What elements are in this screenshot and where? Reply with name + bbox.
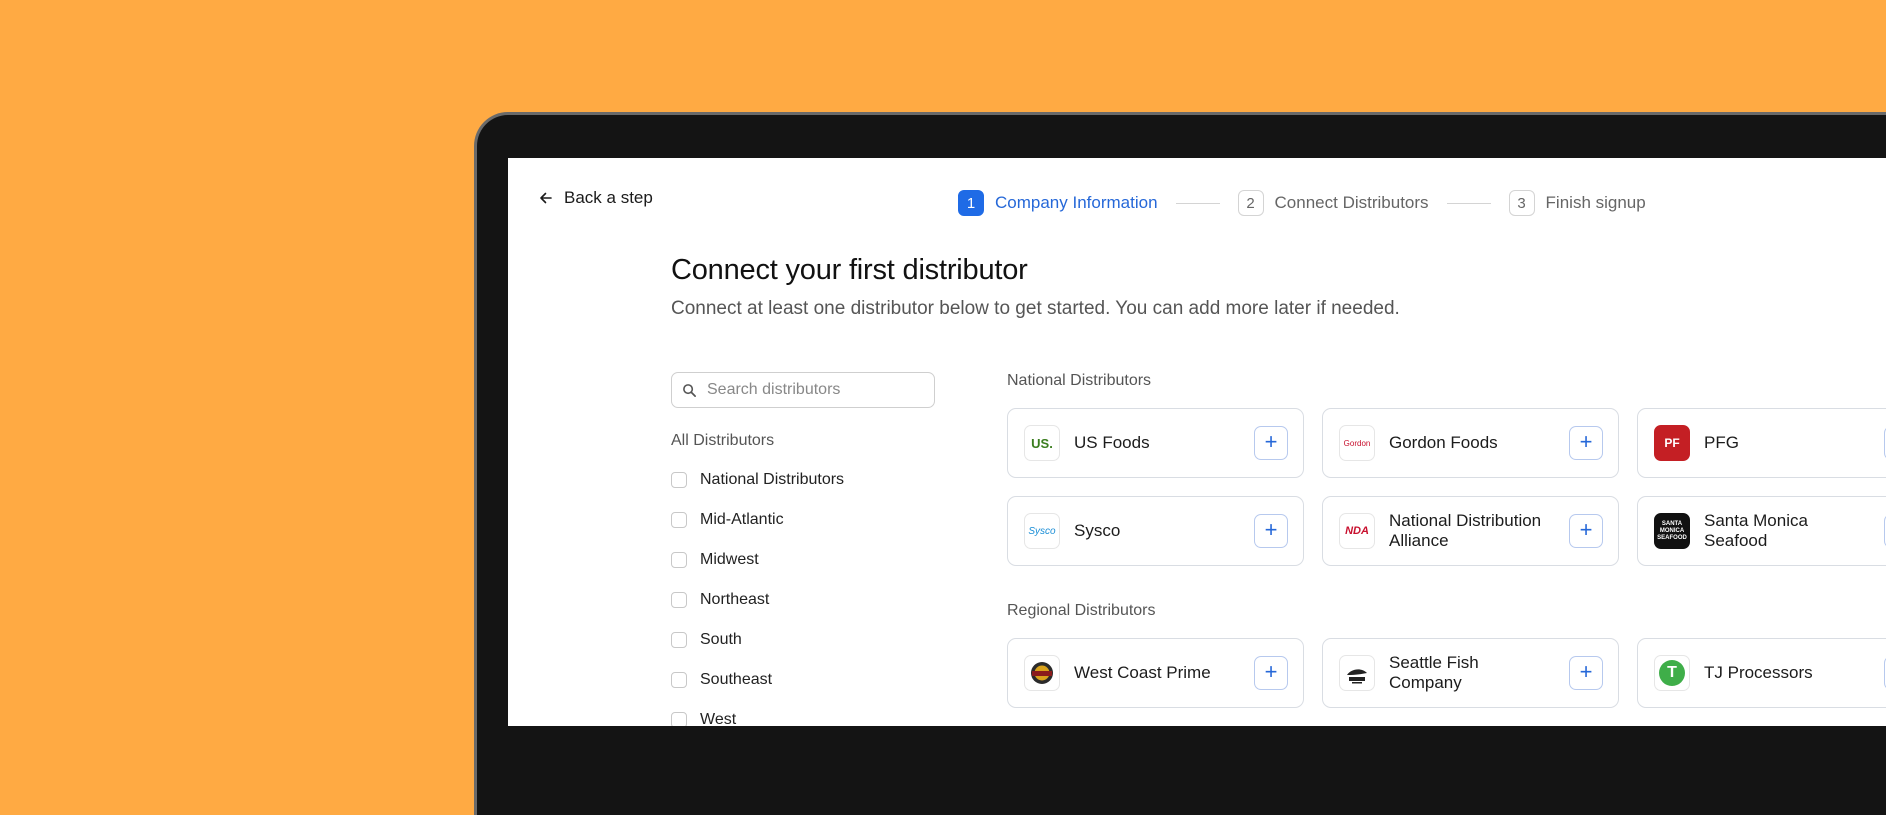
- filter-west[interactable]: West: [671, 700, 844, 726]
- distributor-card: US. US Foods +: [1007, 408, 1304, 478]
- distributor-card: Sysco Sysco +: [1007, 496, 1304, 566]
- filter-list: National Distributors Mid-Atlantic Midwe…: [671, 460, 844, 726]
- filter-southeast[interactable]: Southeast: [671, 660, 844, 700]
- distributor-name: Sysco: [1074, 521, 1121, 540]
- filter-heading: All Distributors: [671, 432, 775, 449]
- distributor-name: West Coast Prime: [1074, 663, 1211, 682]
- search-input[interactable]: [705, 380, 909, 400]
- step-number: 1: [958, 190, 984, 216]
- step-finish-signup[interactable]: 3 Finish signup: [1508, 190, 1646, 216]
- distributor-card: PF PFG +: [1637, 408, 1886, 478]
- add-distributor-button[interactable]: +: [1254, 426, 1288, 460]
- filter-northeast[interactable]: Northeast: [671, 580, 844, 620]
- app-screen: Back a step 1 Company Information 2 Conn…: [508, 158, 1886, 726]
- plus-icon: +: [1264, 659, 1278, 684]
- step-connect-distributors[interactable]: 2 Connect Distributors: [1237, 190, 1429, 216]
- step-label: Connect Distributors: [1274, 193, 1429, 212]
- distributor-card: West Coast Prime +: [1007, 638, 1304, 708]
- step-divider: [1446, 202, 1491, 204]
- gordon-foods-logo: Gordon: [1339, 425, 1375, 461]
- filter-midwest[interactable]: Midwest: [671, 540, 844, 580]
- pfg-logo: PF: [1654, 425, 1690, 461]
- section-label-national: National Distributors: [1007, 372, 1152, 389]
- filter-label: National Distributors: [700, 471, 845, 488]
- step-label: Finish signup: [1545, 193, 1646, 212]
- checkbox[interactable]: [671, 672, 687, 688]
- filter-mid-atlantic[interactable]: Mid-Atlantic: [671, 500, 844, 540]
- add-distributor-button[interactable]: +: [1569, 426, 1603, 460]
- distributor-name: PFG: [1704, 433, 1739, 452]
- distributor-card: T TJ Processors +: [1637, 638, 1886, 708]
- distributor-card: Seattle Fish Company +: [1322, 638, 1619, 708]
- page-subtitle: Connect at least one distributor below t…: [671, 298, 1400, 319]
- santa-monica-seafood-logo: SANTA MONICA SEAFOOD: [1654, 513, 1690, 549]
- plus-icon: +: [1579, 659, 1593, 684]
- page-title: Connect your first distributor: [671, 254, 1028, 286]
- distributor-name: Santa Monica Seafood: [1704, 511, 1808, 550]
- add-distributor-button[interactable]: +: [1569, 514, 1603, 548]
- checkbox[interactable]: [671, 512, 687, 528]
- filter-south[interactable]: South: [671, 620, 844, 660]
- filter-national-distributors[interactable]: National Distributors: [671, 460, 844, 500]
- section-label-regional: Regional Distributors: [1007, 602, 1156, 619]
- distributor-name: National Distribution Alliance: [1389, 511, 1542, 550]
- filter-label: West: [700, 711, 737, 726]
- distributor-name: US Foods: [1074, 433, 1150, 452]
- distributor-card: SANTA MONICA SEAFOOD Santa Monica Seafoo…: [1637, 496, 1886, 566]
- seattle-fish-emblem: [1347, 669, 1367, 684]
- search-box[interactable]: [671, 372, 935, 408]
- nda-logo: NDA: [1339, 513, 1375, 549]
- search-icon: [683, 383, 696, 397]
- checkbox[interactable]: [671, 712, 687, 726]
- stepper: 1 Company Information 2 Connect Distribu…: [958, 190, 1646, 216]
- west-coast-prime-emblem: [1031, 662, 1053, 684]
- plus-icon: +: [1579, 429, 1593, 454]
- add-distributor-button[interactable]: +: [1254, 656, 1288, 690]
- checkbox[interactable]: [671, 552, 687, 568]
- plus-icon: +: [1579, 517, 1593, 542]
- add-distributor-button[interactable]: +: [1254, 514, 1288, 548]
- tj-processors-emblem: T: [1659, 660, 1685, 686]
- us-foods-logo: US.: [1024, 425, 1060, 461]
- plus-icon: +: [1264, 429, 1278, 454]
- checkbox[interactable]: [671, 472, 687, 488]
- back-label: Back a step: [564, 188, 653, 207]
- filter-label: Northeast: [700, 591, 770, 608]
- arrow-left-icon: [540, 192, 552, 204]
- step-company-information[interactable]: 1 Company Information: [958, 190, 1158, 216]
- distributor-name: TJ Processors: [1704, 663, 1813, 682]
- tj-processors-logo: T: [1654, 655, 1690, 691]
- back-button[interactable]: Back a step: [538, 188, 653, 208]
- regional-distributor-grid: West Coast Prime + Seattle Fish Company …: [1007, 638, 1886, 708]
- add-distributor-button[interactable]: +: [1569, 656, 1603, 690]
- national-distributor-grid: US. US Foods + Gordon Gordon Foods + PF …: [1007, 408, 1886, 566]
- step-label: Company Information: [995, 193, 1158, 212]
- checkbox[interactable]: [671, 592, 687, 608]
- west-coast-prime-logo: [1024, 655, 1060, 691]
- step-number: 3: [1508, 190, 1535, 216]
- distributor-card: Gordon Gordon Foods +: [1322, 408, 1619, 478]
- distributor-card: NDA National Distribution Alliance +: [1322, 496, 1619, 566]
- distributor-name: Seattle Fish Company: [1389, 653, 1479, 692]
- seattle-fish-company-logo: [1339, 655, 1375, 691]
- step-divider: [1175, 202, 1220, 204]
- filter-label: Mid-Atlantic: [700, 511, 784, 528]
- filter-label: Midwest: [700, 551, 759, 568]
- filter-label: South: [700, 631, 742, 648]
- sysco-logo: Sysco: [1024, 513, 1060, 549]
- checkbox[interactable]: [671, 632, 687, 648]
- distributor-name: Gordon Foods: [1389, 433, 1498, 452]
- step-number: 2: [1237, 190, 1264, 216]
- plus-icon: +: [1264, 517, 1278, 542]
- filter-label: Southeast: [700, 671, 773, 688]
